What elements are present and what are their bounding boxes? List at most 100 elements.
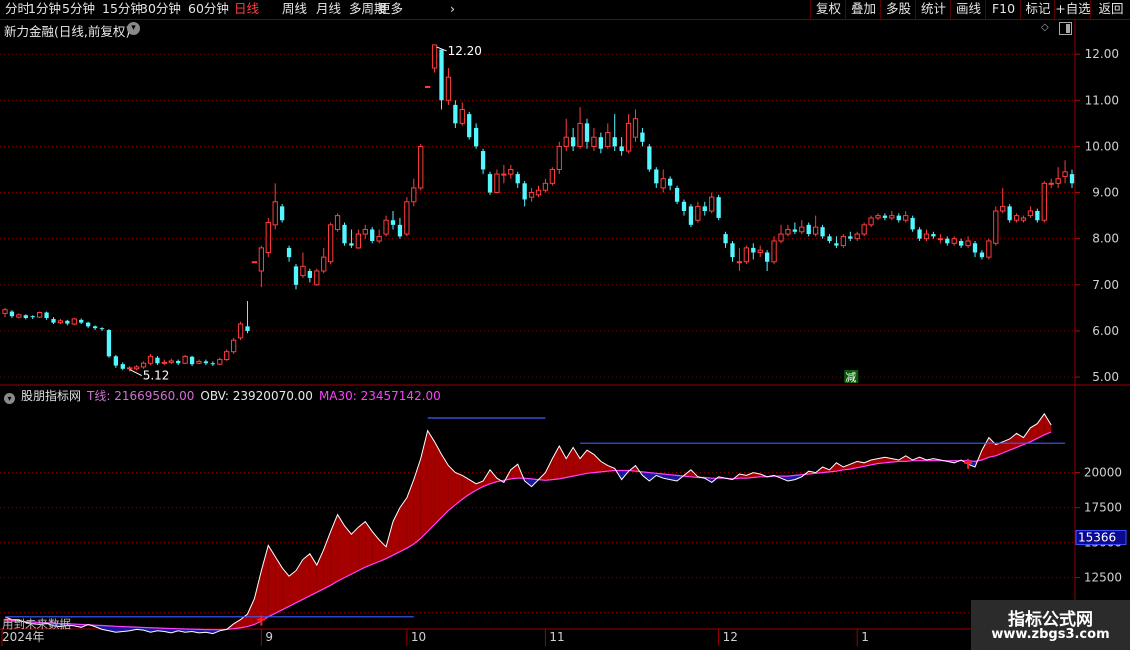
candle-body xyxy=(376,235,382,242)
candle-body xyxy=(327,224,334,263)
date-label: 1 xyxy=(861,630,869,644)
obv-ma-fill xyxy=(316,549,324,593)
obv-ma-fill xyxy=(330,514,338,586)
candle-body xyxy=(155,357,160,364)
candle-body xyxy=(189,356,195,365)
date-label: 9 xyxy=(265,630,273,644)
candle-body xyxy=(716,197,721,218)
candle-body xyxy=(36,311,43,318)
obv-ma-fill xyxy=(413,458,421,544)
candle-body xyxy=(473,127,479,147)
candle-body xyxy=(778,233,784,242)
candle-body xyxy=(300,265,306,277)
candle-body xyxy=(355,233,362,249)
reduce-badge: 减 xyxy=(845,371,856,384)
candle-body xyxy=(598,137,604,149)
candle-body xyxy=(224,351,230,361)
candle-body xyxy=(695,205,701,221)
chevron-down-icon[interactable]: ▾ xyxy=(4,393,15,404)
candle-body xyxy=(2,309,8,314)
candle-body xyxy=(453,104,458,124)
indicator-tick-label: 20000 xyxy=(1084,466,1122,480)
candle-body xyxy=(176,360,181,364)
high-price-label: 12.20 xyxy=(448,44,482,58)
candle-body xyxy=(542,182,549,191)
candle-body xyxy=(827,236,832,241)
indicator-tick-label: 17500 xyxy=(1084,501,1122,515)
candle-body xyxy=(251,261,258,264)
price-tick-label: 12.00 xyxy=(1085,47,1119,61)
candle-body xyxy=(445,76,452,101)
price-tick-label: 8.00 xyxy=(1092,232,1119,246)
candle-body xyxy=(1013,215,1020,221)
candle-body xyxy=(161,361,168,364)
candle-body xyxy=(570,137,576,147)
candle-body xyxy=(632,118,639,138)
candle-body xyxy=(556,145,562,170)
indicator-tick-label: 12500 xyxy=(1084,571,1122,585)
candle-body xyxy=(334,215,341,230)
candle-body xyxy=(321,256,327,272)
obv-ma-fill xyxy=(1044,413,1052,435)
candle-body xyxy=(140,362,147,368)
candle-body xyxy=(1020,217,1027,221)
candle-body xyxy=(854,233,860,240)
obv-ma-fill xyxy=(573,447,581,477)
obv-ma-fill xyxy=(559,446,567,479)
obv-ma-fill xyxy=(268,545,276,617)
candle-body xyxy=(965,240,971,247)
candle-body xyxy=(647,146,652,170)
candle-body xyxy=(467,114,472,138)
obv-ma-fill xyxy=(240,614,248,628)
candle-body xyxy=(785,228,791,235)
candle-body xyxy=(979,252,985,258)
candle-body xyxy=(563,136,569,147)
candle-body xyxy=(307,270,313,278)
price-tick-label: 6.00 xyxy=(1092,324,1119,338)
candle-body xyxy=(349,243,354,246)
price-tick-label: 9.00 xyxy=(1092,186,1119,200)
candle-body xyxy=(528,192,535,198)
candle-body xyxy=(584,123,590,142)
candle-body xyxy=(182,355,188,364)
obv-ma-fill xyxy=(351,527,359,575)
low-marker-line xyxy=(129,369,142,376)
candle-body xyxy=(265,222,271,254)
candle-body xyxy=(127,367,133,370)
candle-body xyxy=(792,229,798,232)
candle-body xyxy=(1027,210,1034,217)
candle-body xyxy=(848,236,853,239)
candle-body xyxy=(245,326,250,331)
candle-body xyxy=(660,178,666,189)
candle-body xyxy=(667,178,673,186)
candle-body xyxy=(85,322,91,327)
candle-body xyxy=(764,252,770,262)
candle-body xyxy=(397,224,403,237)
candle-body xyxy=(917,229,922,239)
current-value-label: 15366 xyxy=(1078,530,1116,544)
candle-body xyxy=(258,247,265,272)
candle-body xyxy=(1035,211,1040,221)
candle-body xyxy=(743,247,750,263)
candle-body xyxy=(757,249,763,254)
candle-body xyxy=(217,359,223,365)
candle-body xyxy=(92,326,98,329)
ma30-value: MA30: 23457142.00 xyxy=(318,389,441,403)
kline-chart[interactable]: 12.00 11.00 10.00 9.00 8.00 7.00 6.00 5.00 20000… xyxy=(0,0,1130,650)
candle-body xyxy=(535,189,542,196)
candle-body xyxy=(293,266,299,285)
obv-ma-fill xyxy=(434,441,442,525)
candle-body xyxy=(487,174,493,193)
candle-body xyxy=(237,323,244,339)
candle-body xyxy=(439,49,444,101)
date-label: 10 xyxy=(411,630,426,644)
obv-ma-fill xyxy=(275,556,283,614)
candle-body xyxy=(106,330,112,357)
t-line-value: T线: 21669560.00 xyxy=(87,389,195,403)
candle-body xyxy=(549,168,556,184)
candle-body xyxy=(951,238,957,244)
candle-body xyxy=(812,226,819,235)
candle-body xyxy=(958,240,964,246)
candle-body xyxy=(903,215,909,221)
obv-line xyxy=(4,412,1052,635)
